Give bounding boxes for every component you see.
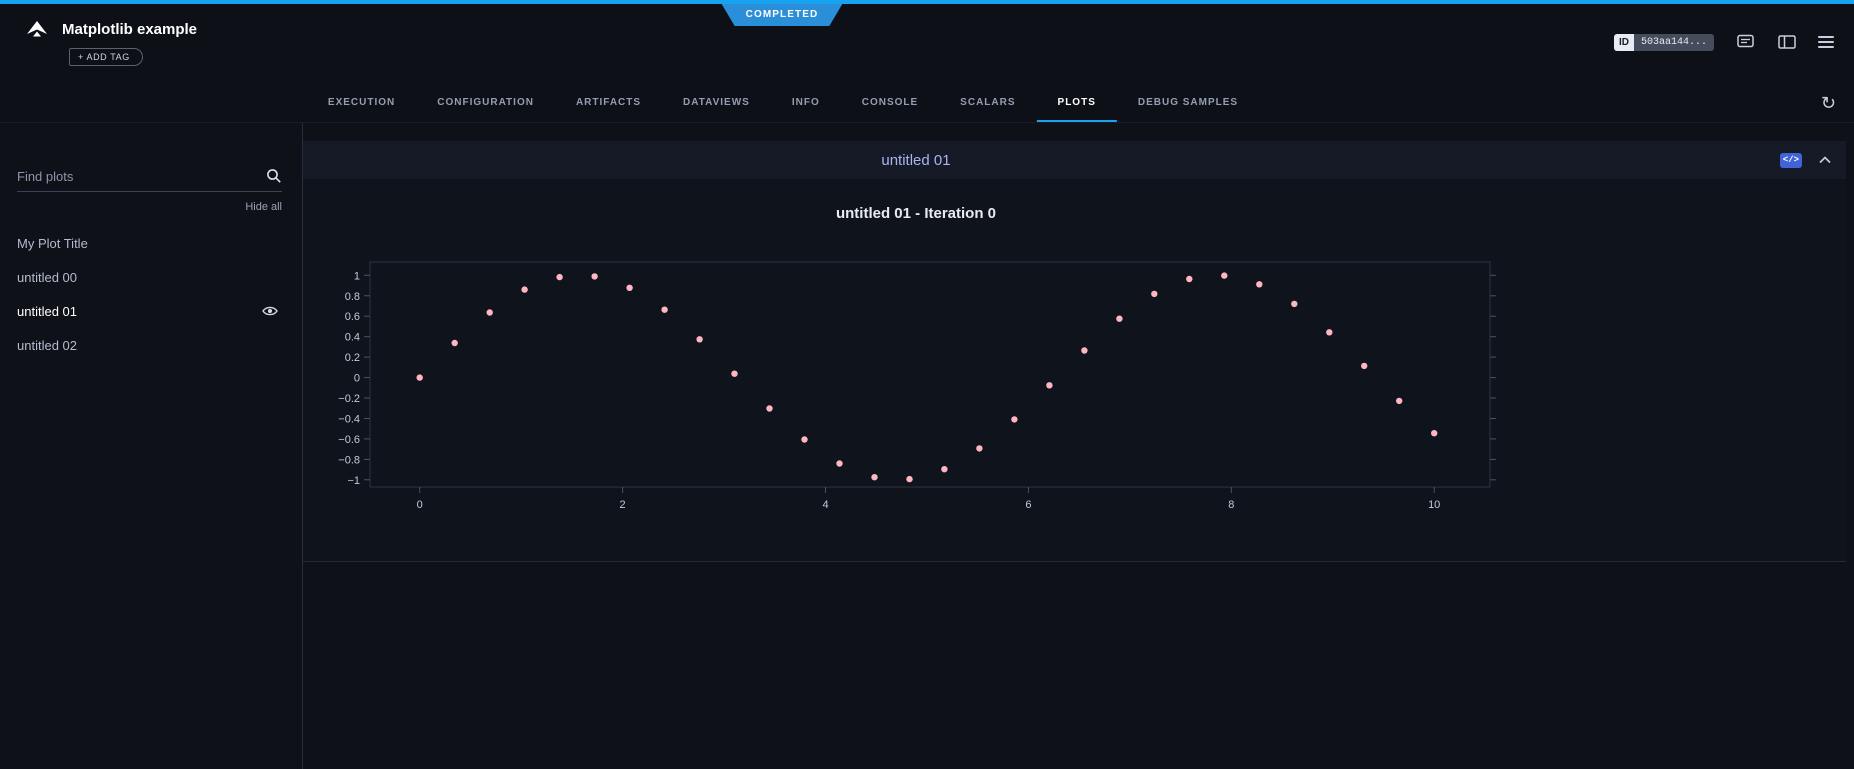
svg-text:0: 0 (417, 499, 423, 510)
plots-main-area: untitled 01 </> untitled 01 - Iteration … (303, 123, 1854, 769)
svg-text:1: 1 (354, 270, 360, 282)
tab-plots[interactable]: PLOTS (1037, 85, 1117, 122)
plot-list: My Plot Title untitled 00 untitled 01 un… (17, 226, 282, 362)
svg-text:10: 10 (1428, 499, 1440, 510)
svg-text:−0.8: −0.8 (338, 454, 360, 466)
search-input[interactable] (17, 169, 266, 184)
svg-text:8: 8 (1228, 499, 1234, 510)
svg-text:0.2: 0.2 (345, 352, 360, 364)
experiment-title[interactable]: Matplotlib example (62, 21, 197, 38)
list-item-untitled-02[interactable]: untitled 02 (17, 328, 282, 362)
tab-dataviews[interactable]: DATAVIEWS (662, 85, 771, 122)
list-item-label: untitled 01 (17, 304, 77, 319)
search-icon[interactable] (266, 168, 282, 184)
view-code-icon[interactable]: </> (1780, 153, 1802, 168)
add-tag-button[interactable]: + ADD TAG (69, 48, 143, 66)
svg-text:0.6: 0.6 (345, 311, 360, 323)
search-box (17, 168, 282, 192)
tab-configuration[interactable]: CONFIGURATION (416, 85, 555, 122)
tab-bar: EXECUTION CONFIGURATION ARTIFACTS DATAVI… (0, 85, 1854, 123)
svg-text:6: 6 (1025, 499, 1031, 510)
panel-toggle-icon[interactable] (1776, 32, 1798, 52)
list-item-label: untitled 00 (17, 270, 77, 285)
plot-panel-header: untitled 01 </> (303, 141, 1846, 179)
refresh-icon[interactable]: ↻ (1821, 92, 1836, 116)
tab-info[interactable]: INFO (771, 85, 841, 122)
list-item-untitled-01[interactable]: untitled 01 (17, 294, 282, 328)
tab-scalars[interactable]: SCALARS (939, 85, 1036, 122)
app-header: Matplotlib example + ADD TAG ID 503aa144… (0, 4, 1854, 85)
plot-panel: untitled 01 </> untitled 01 - Iteration … (303, 141, 1846, 562)
list-item-untitled-00[interactable]: untitled 00 (17, 260, 282, 294)
plot-panel-title: untitled 01 (322, 141, 1510, 179)
svg-text:0.4: 0.4 (345, 332, 360, 344)
eye-icon[interactable] (262, 305, 278, 317)
tab-debug-samples[interactable]: DEBUG SAMPLES (1117, 85, 1259, 122)
svg-text:0.8: 0.8 (345, 291, 360, 303)
tab-artifacts[interactable]: ARTIFACTS (555, 85, 662, 122)
chart-title: untitled 01 - Iteration 0 (322, 179, 1510, 222)
svg-text:−0.4: −0.4 (338, 414, 360, 426)
tab-execution[interactable]: EXECUTION (307, 85, 416, 122)
status-badge: COMPLETED (722, 4, 843, 26)
plots-sidebar: Hide all My Plot Title untitled 00 untit… (0, 123, 303, 769)
plot-panel-body: untitled 01 - Iteration 0 1 0.8 0.6 0.4 0.2 0… (303, 179, 1846, 562)
feedback-icon[interactable] (1734, 32, 1756, 52)
svg-text:2: 2 (620, 499, 626, 510)
svg-text:−0.2: −0.2 (338, 393, 360, 405)
list-item-label: untitled 02 (17, 338, 77, 353)
hide-all-link[interactable]: Hide all (17, 201, 282, 213)
svg-text:−1: −1 (347, 475, 360, 487)
id-value: 503aa144... (1634, 34, 1714, 51)
svg-text:0: 0 (354, 373, 360, 385)
tab-console[interactable]: CONSOLE (841, 85, 939, 122)
experiment-id-badge[interactable]: ID 503aa144... (1614, 34, 1714, 51)
scatter-plot[interactable]: 1 0.8 0.6 0.4 0.2 0 −0.2 −0.4 −0.6 −0.8 −1 0 2 4 6 8 10 (322, 252, 1510, 510)
menu-icon[interactable] (1818, 36, 1834, 48)
id-label: ID (1614, 34, 1634, 51)
list-item-my-plot-title[interactable]: My Plot Title (17, 226, 282, 260)
app-logo[interactable] (24, 18, 50, 40)
svg-text:4: 4 (822, 499, 828, 510)
collapse-chevron-up-icon[interactable] (1818, 155, 1832, 165)
svg-text:−0.6: −0.6 (338, 434, 360, 446)
list-item-label: My Plot Title (17, 236, 88, 251)
